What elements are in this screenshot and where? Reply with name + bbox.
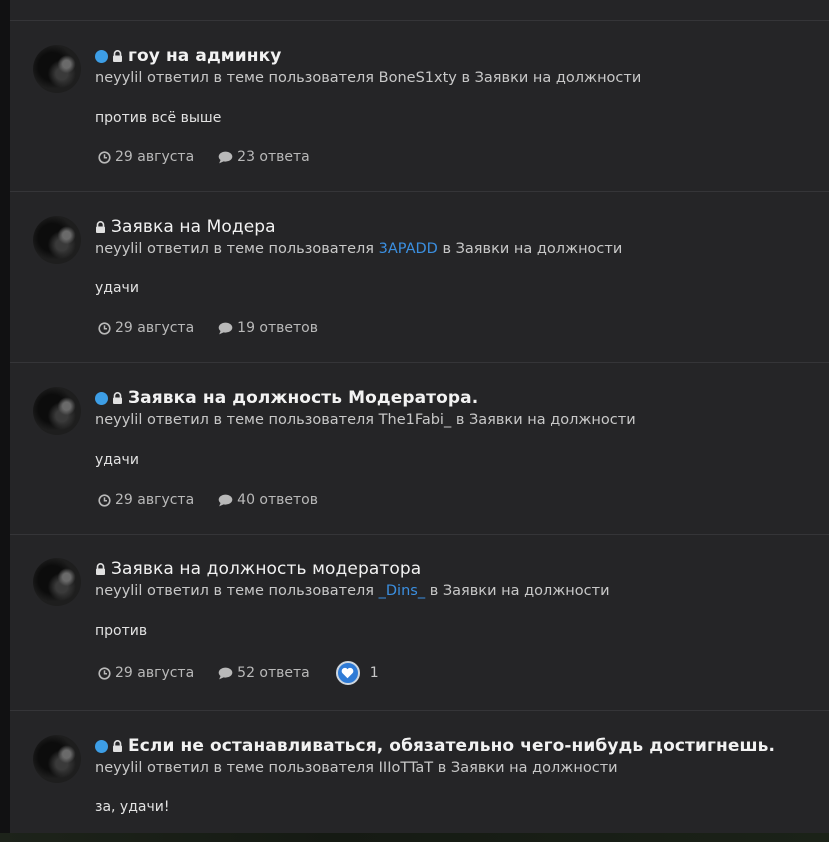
topic-title[interactable]: гоу на админку xyxy=(128,46,281,66)
topic-title[interactable]: Заявка на Модера xyxy=(111,217,276,237)
activity-entry: Если не останавливаться, обязательно чег… xyxy=(10,710,829,842)
avatar[interactable] xyxy=(33,387,81,435)
activity-entry: Заявка на Модера neyylil ответил в теме … xyxy=(10,191,829,363)
reply-count: 40 ответов xyxy=(237,492,318,508)
action-text: ответил в теме пользователя xyxy=(142,760,379,776)
left-gutter xyxy=(0,0,10,842)
activity-page: гоу на админку neyylil ответил в теме по… xyxy=(0,0,829,842)
comment-icon xyxy=(218,151,233,163)
clock-icon xyxy=(98,666,111,680)
post-snippet: удачи xyxy=(95,452,139,468)
clock-icon xyxy=(98,493,111,507)
activity-feed: гоу на админку neyylil ответил в теме по… xyxy=(10,0,829,842)
replies-stat: 19 ответов xyxy=(218,320,318,336)
avatar[interactable] xyxy=(33,735,81,783)
topic-title[interactable]: Если не останавливаться, обязательно чег… xyxy=(128,736,775,756)
entry-meta: neyylil ответил в теме пользователя The1… xyxy=(95,412,636,428)
action-text: ответил в теме пользователя xyxy=(142,583,379,599)
unread-indicator xyxy=(95,391,108,405)
comment-icon xyxy=(218,494,233,506)
entry-meta: neyylil ответил в теме пользователя 3APA… xyxy=(95,241,622,257)
lock-icon xyxy=(113,740,122,752)
clock-icon xyxy=(98,150,111,164)
entry-title-row: Если не останавливаться, обязательно чег… xyxy=(95,736,775,756)
post-snippet: против всё выше xyxy=(95,110,222,126)
comment-icon xyxy=(218,322,233,334)
post-snippet: за, удачи! xyxy=(95,799,170,815)
post-snippet: удачи xyxy=(95,280,139,296)
forum-prefix: в xyxy=(425,583,443,599)
post-date[interactable]: 29 августа xyxy=(115,149,194,165)
bottom-edge xyxy=(0,833,829,842)
topic-title[interactable]: Заявка на должность модератора xyxy=(111,559,421,579)
activity-entry: гоу на админку neyylil ответил в теме по… xyxy=(10,20,829,192)
lock-icon xyxy=(96,221,105,233)
action-text: ответил в теме пользователя xyxy=(142,70,379,86)
date-stat: 29 августа xyxy=(98,320,194,336)
date-stat: 29 августа xyxy=(98,665,194,681)
lock-icon xyxy=(113,50,122,62)
reply-count: 52 ответа xyxy=(237,665,310,681)
forum-link[interactable]: Заявки на должности xyxy=(469,412,636,428)
author-link[interactable]: neyylil xyxy=(95,70,142,86)
forum-prefix: в xyxy=(437,241,456,257)
author-link[interactable]: neyylil xyxy=(95,760,142,776)
entry-meta: neyylil ответил в теме пользователя _Din… xyxy=(95,583,610,599)
post-date[interactable]: 29 августа xyxy=(115,492,194,508)
replies-stat: 40 ответов xyxy=(218,492,318,508)
like-badge[interactable] xyxy=(335,661,360,685)
forum-link[interactable]: Заявки на должности xyxy=(456,241,623,257)
entry-stats: 29 августа 40 ответов xyxy=(98,492,318,508)
date-stat: 29 августа xyxy=(98,149,194,165)
reply-count: 19 ответов xyxy=(237,320,318,336)
like-count[interactable]: 1 xyxy=(370,665,379,681)
avatar[interactable] xyxy=(33,558,81,606)
replies-stat: 52 ответа xyxy=(218,665,310,681)
topic-title[interactable]: Заявка на должность Модератора. xyxy=(128,388,478,408)
entry-stats: 29 августа 23 ответа xyxy=(98,149,310,165)
avatar[interactable] xyxy=(33,45,81,93)
post-date[interactable]: 29 августа xyxy=(115,320,194,336)
entry-title-row: гоу на админку xyxy=(95,46,281,66)
entry-title-row: Заявка на должность модератора xyxy=(95,559,421,579)
forum-prefix: в xyxy=(451,412,469,428)
forum-prefix: в xyxy=(456,70,475,86)
topic-user[interactable]: The1Fabi_ xyxy=(379,412,452,428)
author-link[interactable]: neyylil xyxy=(95,583,142,599)
reply-count: 23 ответа xyxy=(237,149,310,165)
forum-prefix: в xyxy=(433,760,451,776)
topic-user[interactable]: IIIoTTaT xyxy=(379,760,434,776)
author-link[interactable]: neyylil xyxy=(95,412,142,428)
action-text: ответил в теме пользователя xyxy=(142,241,379,257)
unread-indicator xyxy=(95,49,108,63)
lock-icon xyxy=(113,392,122,404)
topic-user-link[interactable]: 3APADD xyxy=(379,241,438,257)
heart-icon xyxy=(341,667,354,679)
entry-stats: 29 августа 19 ответов xyxy=(98,320,318,336)
author-link[interactable]: neyylil xyxy=(95,241,142,257)
activity-entry: Заявка на должность Модератора. neyylil … xyxy=(10,362,829,535)
unread-indicator xyxy=(95,739,108,753)
forum-link[interactable]: Заявки на должности xyxy=(451,760,618,776)
topic-user[interactable]: BoneS1xty xyxy=(379,70,457,86)
post-date[interactable]: 29 августа xyxy=(115,665,194,681)
entry-meta: neyylil ответил в теме пользователя Bone… xyxy=(95,70,641,86)
date-stat: 29 августа xyxy=(98,492,194,508)
entry-stats: 29 августа 52 ответа 1 xyxy=(98,661,379,685)
forum-link[interactable]: Заявки на должности xyxy=(475,70,642,86)
forum-link[interactable]: Заявки на должности xyxy=(443,583,610,599)
replies-stat: 23 ответа xyxy=(218,149,310,165)
entry-title-row: Заявка на должность Модератора. xyxy=(95,388,478,408)
activity-entry: Заявка на должность модератора neyylil о… xyxy=(10,534,829,711)
post-snippet: против xyxy=(95,623,148,639)
topic-user-link[interactable]: _Dins_ xyxy=(379,583,425,599)
comment-icon xyxy=(218,667,233,679)
clock-icon xyxy=(98,321,111,335)
lock-icon xyxy=(96,563,105,575)
entry-meta: neyylil ответил в теме пользователя IIIo… xyxy=(95,760,618,776)
action-text: ответил в теме пользователя xyxy=(142,412,379,428)
entry-title-row: Заявка на Модера xyxy=(95,217,276,237)
avatar[interactable] xyxy=(33,216,81,264)
